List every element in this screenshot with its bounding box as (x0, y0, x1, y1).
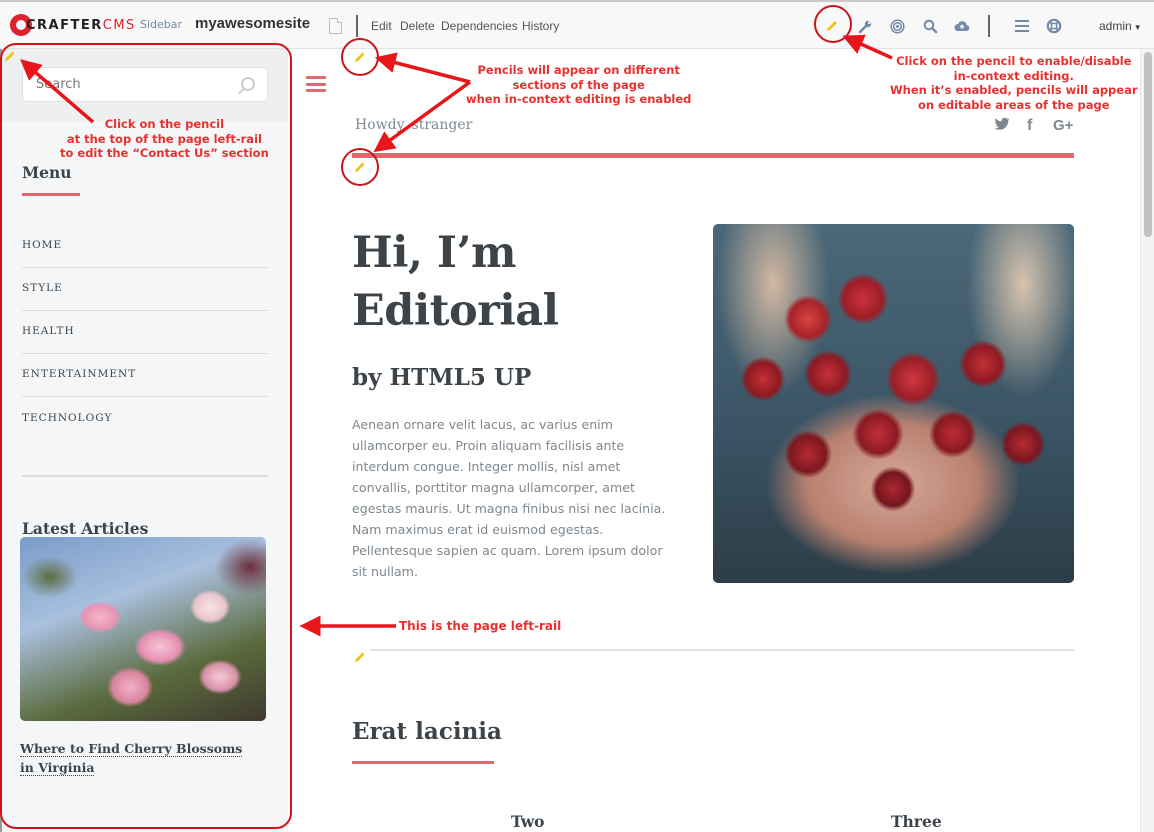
search-icon[interactable] (920, 16, 940, 36)
caret-down-icon: ▼ (1133, 23, 1142, 32)
twitter-icon[interactable] (994, 117, 1010, 135)
rail-pencil-annotation: Click on the pencil at the top of the pa… (60, 117, 269, 160)
page-scrollbar[interactable] (1140, 49, 1154, 832)
left-rail-annotation: This is the page left-rail (399, 619, 562, 633)
history-link[interactable]: History (522, 19, 559, 33)
hero-paragraph: Aenean ornare velit lacus, ac varius eni… (352, 417, 666, 579)
section-title: Erat lacinia (352, 718, 502, 745)
greeting-text: Howdy, stranger (355, 117, 473, 133)
arrow-to-banner-pencil (373, 80, 472, 153)
google-plus-icon[interactable]: G+ (1053, 117, 1073, 134)
facebook-icon[interactable]: f (1027, 117, 1032, 135)
wrench-icon[interactable] (855, 16, 875, 36)
logo-crafter-text: CRAFTER (26, 17, 103, 33)
craftercms-logo[interactable]: CRAFTER CMS (10, 12, 136, 38)
menu-icon[interactable] (1012, 16, 1032, 36)
section-edit-pencil-icon[interactable] (354, 651, 366, 663)
delete-link[interactable]: Delete (400, 19, 435, 33)
toolbar-pencil-annotation: Click on the pencil to enable/disable in… (890, 54, 1138, 112)
toolbar-pencil-annotation-circle (814, 5, 852, 43)
hero-title: Hi, I’m Editorial (352, 224, 559, 340)
username: admin (1099, 19, 1132, 33)
hamburger-menu-button[interactable] (306, 76, 326, 92)
toolbar-divider (988, 15, 990, 37)
left-rail-annotation-outline (0, 43, 292, 829)
lifebuoy-icon[interactable] (1044, 16, 1064, 36)
cloud-upload-icon[interactable] (952, 16, 972, 36)
logo-cms-text: CMS (102, 17, 136, 33)
user-menu[interactable]: admin ▼ (1099, 19, 1142, 33)
feature-column-title-three: Three (891, 812, 942, 831)
banner-pencil-annotation-circle (341, 148, 379, 186)
hero-image-strawberries (713, 224, 1074, 583)
feature-column-title-two: Two (511, 812, 545, 831)
cms-toolbar: CRAFTER CMS Sidebar myawesomesite Edit De… (0, 0, 1154, 49)
scrollbar-thumb[interactable] (1144, 52, 1152, 237)
hero-subtitle: by HTML5 UP (352, 364, 532, 391)
hero-title-line2: Editorial (352, 286, 559, 336)
toolbar-divider (356, 15, 358, 37)
section-pencils-annotation: Pencils will appear on different section… (466, 63, 692, 106)
section-title-underline (352, 761, 494, 764)
edit-link[interactable]: Edit (371, 19, 392, 33)
arrow-to-header-pencil (374, 52, 471, 84)
section-divider (370, 649, 1074, 651)
sidebar-toggle-link[interactable]: Sidebar (140, 18, 182, 31)
page-document-icon[interactable] (329, 18, 342, 34)
site-name[interactable]: myawesomesite (195, 15, 310, 32)
target-icon[interactable] (887, 16, 907, 36)
header-pencil-annotation-circle (341, 38, 379, 76)
header-accent-bar (352, 153, 1074, 158)
dependencies-link[interactable]: Dependencies (441, 19, 518, 33)
hero-title-line1: Hi, I’m (352, 228, 517, 278)
